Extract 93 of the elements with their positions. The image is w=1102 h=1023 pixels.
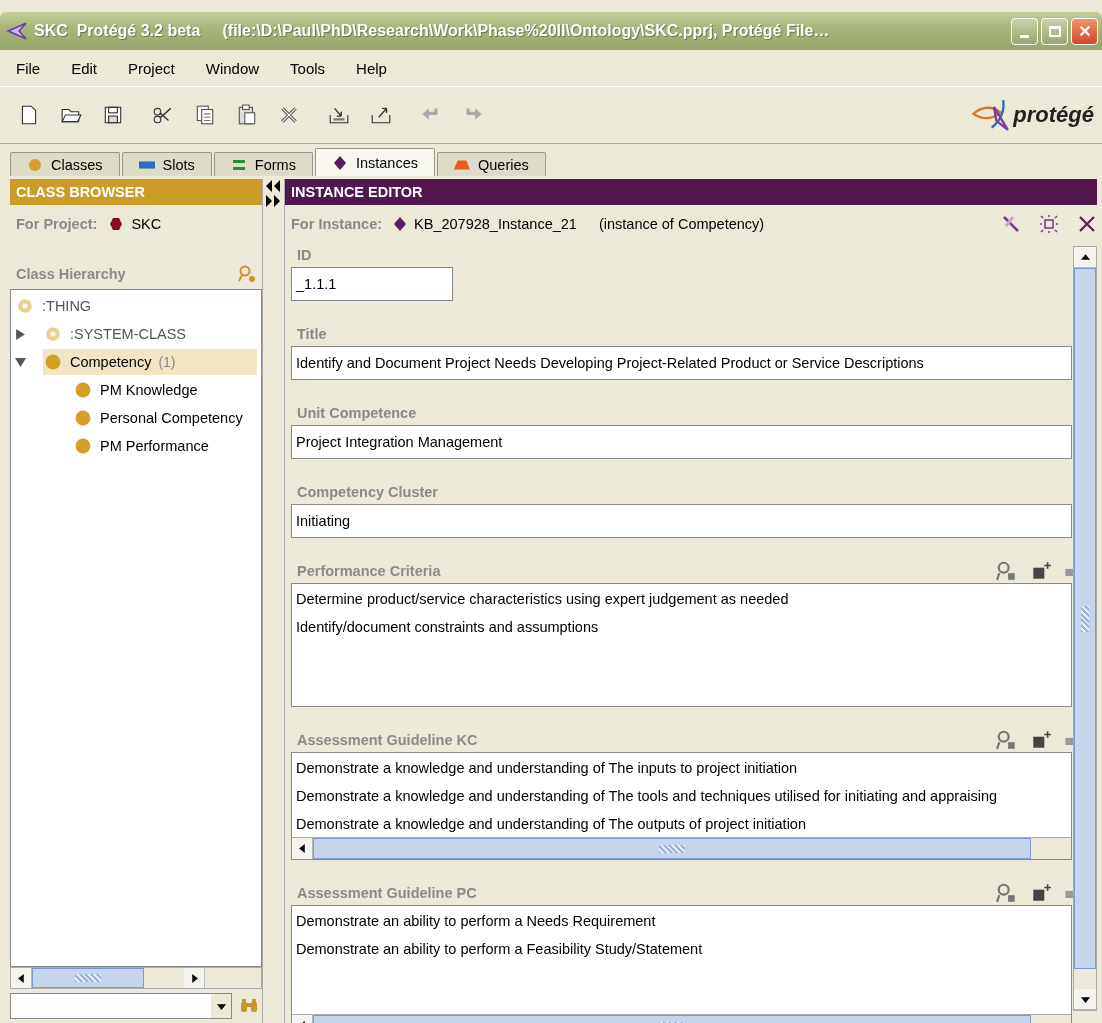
tree-item[interactable]: PM Knowledge xyxy=(73,377,257,403)
text-field[interactable]: _1.1.1 xyxy=(291,267,453,301)
protege-logo: protégé xyxy=(971,97,1094,133)
slot-label: Competency Cluster xyxy=(297,484,438,500)
down-arrow-icon[interactable] xyxy=(1080,994,1090,1004)
find-person-icon[interactable] xyxy=(996,883,1018,903)
list-item[interactable]: Demonstrate a knowledge and understanding of The outputs of project initiation xyxy=(292,811,1071,837)
slot-label: ID xyxy=(297,247,312,263)
dropdown-arrow-icon[interactable] xyxy=(216,1001,226,1011)
splitter-handle[interactable] xyxy=(262,179,285,1023)
tab[interactable]: Instances xyxy=(314,148,435,176)
left-arrow-icon[interactable] xyxy=(297,844,307,853)
text-field[interactable]: Project Integration Management xyxy=(291,425,1072,459)
slot-label: Assessment Guideline PC xyxy=(297,885,477,901)
diamond-icon xyxy=(331,155,348,170)
save-icon[interactable] xyxy=(102,104,124,126)
tab[interactable]: Classes xyxy=(10,152,120,176)
menu-item[interactable]: Help xyxy=(348,59,410,77)
class-icon xyxy=(75,438,91,454)
tree-item[interactable]: Competency (1) xyxy=(43,349,257,375)
list-item[interactable]: Demonstrate a knowledge and understanding of The tools and techniques utilised for initiating and appraising xyxy=(292,783,1071,811)
slot-label: Unit Competence xyxy=(297,405,417,421)
app-icon xyxy=(6,20,28,42)
dotted-box-icon[interactable] xyxy=(1039,214,1059,234)
instance-icon xyxy=(394,217,407,231)
instance-label: For Instance: xyxy=(291,216,383,232)
scroll-thumb[interactable] xyxy=(32,968,144,988)
up-arrow-icon[interactable] xyxy=(1080,252,1090,262)
panel-header: INSTANCE EDITOR xyxy=(285,179,1097,205)
tree-item[interactable]: Personal Competency xyxy=(73,405,257,431)
close-button[interactable] xyxy=(1071,17,1098,45)
slot-label: Performance Criteria xyxy=(297,563,441,579)
find-person-icon[interactable] xyxy=(996,561,1018,581)
tab[interactable]: Forms xyxy=(213,152,313,176)
add-square-icon[interactable] xyxy=(1030,561,1052,581)
instance-type: (instance of Competency) xyxy=(598,216,765,232)
menu-item[interactable]: Edit xyxy=(63,59,121,77)
window-title: SKC Protégé 3.2 beta (file:\D:\Paul\PhD\Research\Work\Phase%20II\Ontology\SKC.pprj, Protégé File… xyxy=(34,22,831,40)
paste-icon[interactable] xyxy=(236,104,258,126)
right-arrow-icon[interactable] xyxy=(189,973,199,983)
tree-toggle[interactable] xyxy=(15,356,26,368)
tree-toggle[interactable] xyxy=(15,328,26,340)
wand-icon[interactable] xyxy=(1001,214,1021,234)
project-name: SKC xyxy=(131,216,162,232)
list-item[interactable]: Demonstrate a knowledge and understanding of The inputs to project initiation xyxy=(292,755,1071,783)
section-label: Class Hierarchy xyxy=(16,266,126,282)
system-class-icon xyxy=(45,326,61,342)
tab[interactable]: Queries xyxy=(437,152,546,176)
menu-item[interactable]: Window xyxy=(197,59,283,77)
scroll-thumb[interactable] xyxy=(1074,268,1096,969)
panel-header: CLASS BROWSER xyxy=(10,179,262,205)
search-icon[interactable] xyxy=(238,265,256,283)
list-box[interactable]: Determine product/service characteristics using expert judgement as needed Identify/document constraints and assumptions xyxy=(292,584,1071,706)
horizontal-scrollbar[interactable] xyxy=(10,967,262,989)
list-item[interactable]: Demonstrate an ability to perform a Needs Requirement xyxy=(292,908,1071,936)
delete-icon[interactable] xyxy=(278,104,300,126)
system-class-icon xyxy=(17,298,33,314)
text-field[interactable]: Identify and Document Project Needs Developing Project-Related Product or Service Descriptions xyxy=(291,346,1072,380)
project-icon xyxy=(109,217,124,231)
bars-icon xyxy=(230,157,247,172)
add-square-icon[interactable] xyxy=(1030,730,1052,750)
class-icon xyxy=(75,410,91,426)
menu-item[interactable]: Tools xyxy=(282,59,349,77)
vertical-scrollbar[interactable] xyxy=(1073,246,1097,1011)
project-label: For Project: xyxy=(16,216,98,232)
grip-icon[interactable] xyxy=(659,844,685,853)
copy-icon[interactable] xyxy=(194,104,216,126)
grip-icon[interactable] xyxy=(1081,605,1089,632)
slot-label: Title xyxy=(297,326,327,342)
circle-icon xyxy=(27,157,43,172)
close-icon[interactable] xyxy=(1077,214,1097,234)
tree-item[interactable]: :THING xyxy=(15,293,257,319)
tab[interactable]: Slots xyxy=(121,152,212,176)
list-item[interactable]: Identify/document constraints and assumptions xyxy=(292,614,1071,642)
binoculars-icon[interactable] xyxy=(240,998,258,1014)
find-person-icon[interactable] xyxy=(996,730,1018,750)
add-square-icon[interactable] xyxy=(1030,883,1052,903)
left-arrow-icon[interactable] xyxy=(16,973,26,983)
maximize-button[interactable] xyxy=(1041,17,1068,45)
minimize-button[interactable] xyxy=(1011,17,1038,45)
grip-icon[interactable] xyxy=(75,974,101,982)
text-field[interactable]: Initiating xyxy=(291,504,1072,538)
class-icon xyxy=(45,354,61,370)
menu-item[interactable]: File xyxy=(8,59,64,77)
instance-name: KB_207928_Instance_21 xyxy=(414,216,577,232)
instance-count: (1) xyxy=(158,354,176,370)
menu-item[interactable]: Project xyxy=(120,59,198,77)
class-icon xyxy=(75,382,91,398)
list-item[interactable]: Demonstrate an ability to perform a Feasibility Study/Statement xyxy=(292,936,1071,964)
slot-label: Assessment Guideline KC xyxy=(297,732,478,748)
list-item[interactable]: Determine product/service characteristics using expert judgement as needed xyxy=(292,586,1071,614)
tree-item[interactable]: PM Performance xyxy=(73,433,257,459)
tree-item[interactable]: :SYSTEM-CLASS xyxy=(43,321,257,347)
